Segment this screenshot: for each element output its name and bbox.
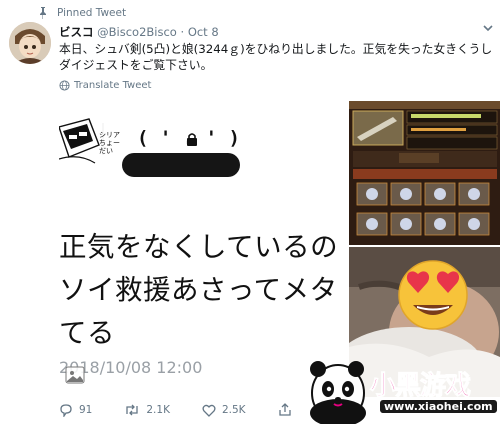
retweet-button[interactable]: 2.1K — [124, 404, 170, 416]
redacted-name-bar — [122, 153, 240, 177]
share-button[interactable] — [278, 403, 298, 417]
image-icon — [65, 366, 85, 384]
reply-count: 91 — [79, 404, 93, 416]
translate-label: Translate Tweet — [74, 80, 152, 91]
media-grid[interactable]: シリア ちょーだい ( ' . ' ) 正気をなくしているの ソイ救援あさってメ… — [59, 101, 500, 397]
user-handle[interactable]: @Bisco2Bisco — [97, 25, 177, 39]
pin-icon — [40, 7, 46, 19]
watermark-brand: 小黑游戏 — [369, 371, 471, 402]
tweet-text: 本日、シュバ剣(5凸)と娘(3244ｇ)をひねり出しました。正気を失った女きくう… — [59, 42, 493, 72]
header-separator: · — [180, 25, 185, 39]
chevron-down-icon[interactable] — [481, 22, 495, 34]
game-ui-image — [349, 101, 500, 245]
globe-icon — [59, 80, 70, 91]
manga-caption: シリア ちょーだい — [99, 131, 120, 155]
lock-icon — [187, 133, 197, 146]
pinned-label: Pinned Tweet — [57, 7, 127, 19]
tweet-header: ビスコ @Bisco2Bisco · Oct 8 — [59, 24, 219, 40]
media-photo-game-screenshot[interactable] — [349, 101, 500, 245]
reply-icon — [60, 403, 72, 417]
avatar[interactable] — [9, 22, 51, 64]
message-line-2: ソイ救援あさってメタ — [59, 274, 338, 306]
retweet-icon — [126, 404, 139, 416]
message-line-3: てる — [59, 317, 115, 349]
pinned-indicator: Pinned Tweet — [38, 5, 126, 21]
tweet-actions: 91 2.1K 2.5K — [59, 400, 330, 420]
share-icon — [278, 403, 291, 416]
heart-eyes-emoji-icon — [398, 260, 468, 330]
avatar-image — [9, 22, 51, 64]
watermark-url: www.xiaohei.com — [380, 400, 497, 413]
media-photo-chat-screenshot[interactable]: シリア ちょーだい ( ' . ' ) 正気をなくしているの ソイ救援あさってメ… — [59, 101, 347, 397]
tweet-date[interactable]: Oct 8 — [188, 25, 219, 39]
translate-tweet-link[interactable]: Translate Tweet — [59, 80, 151, 91]
display-name[interactable]: ビスコ — [59, 25, 94, 39]
heart-icon — [202, 404, 216, 417]
reply-button[interactable]: 91 — [59, 403, 93, 417]
like-button[interactable]: 2.5K — [202, 404, 246, 417]
like-count: 2.5K — [221, 404, 246, 416]
retweet-count: 2.1K — [146, 404, 170, 416]
message-line-1: 正気をなくしているの — [59, 231, 339, 263]
